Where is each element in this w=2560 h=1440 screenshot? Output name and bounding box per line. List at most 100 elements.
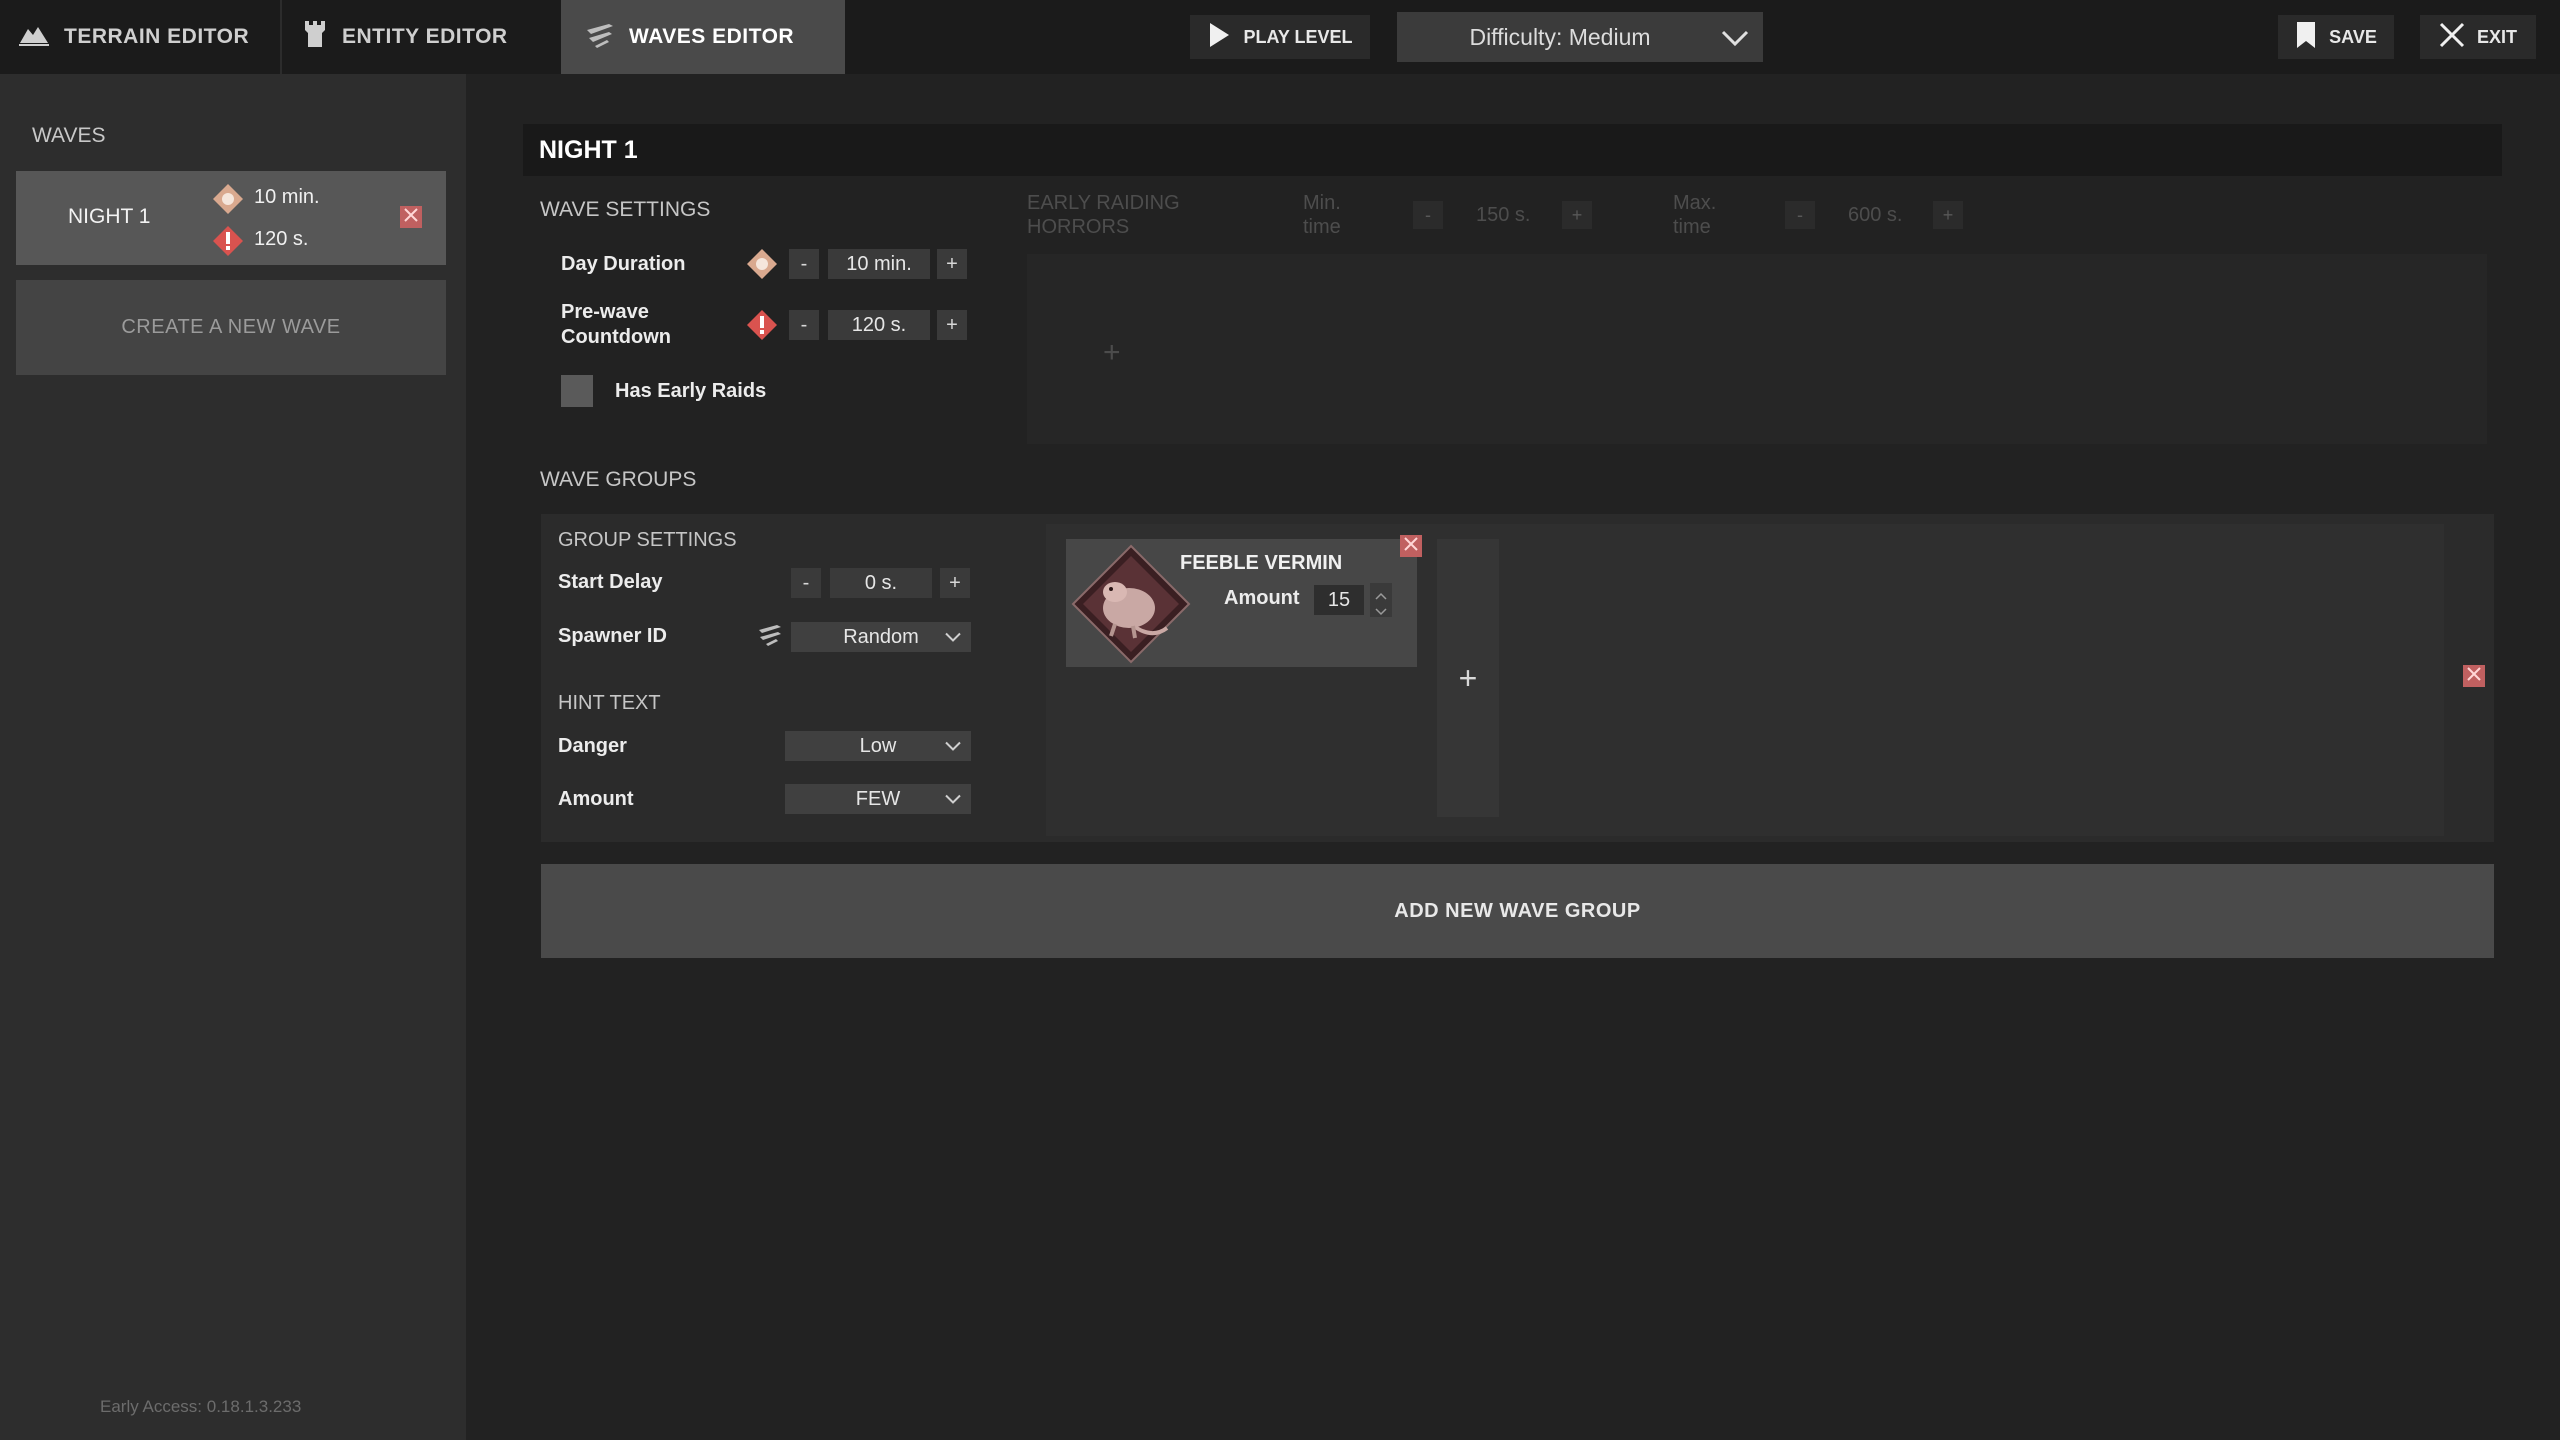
terrain-icon	[18, 21, 50, 53]
prewave-increment[interactable]: +	[937, 310, 967, 340]
hint-amount-select[interactable]: FEW	[785, 784, 971, 814]
version-label: Early Access: 0.18.1.3.233	[100, 1397, 302, 1416]
tab-entity-editor[interactable]: ENTITY EDITOR	[282, 0, 560, 74]
min-time-increment[interactable]: +	[1562, 201, 1592, 229]
prewave-value[interactable]: 120 s.	[828, 310, 930, 340]
sun-icon	[212, 183, 244, 220]
start-delay-label: Start Delay	[558, 571, 663, 593]
tower-icon	[302, 19, 328, 55]
wave-list-item-night-1[interactable]: NIGHT 1 10 min. 120 s.	[16, 171, 446, 265]
create-new-wave-button[interactable]: CREATE A NEW WAVE	[16, 280, 446, 375]
wave-title-bar: NIGHT 1	[523, 124, 2502, 176]
min-time-value[interactable]: 150 s.	[1476, 204, 1530, 227]
early-raids-checkbox[interactable]	[561, 375, 593, 407]
day-duration-label: Day Duration	[561, 253, 686, 275]
chevron-down-icon	[945, 626, 961, 649]
chevron-down-icon	[945, 788, 961, 811]
save-button[interactable]: SAVE	[2278, 15, 2394, 59]
enemy-amount-stepper[interactable]	[1370, 583, 1392, 617]
chevron-down-icon	[1721, 26, 1749, 53]
early-raids-label: Has Early Raids	[615, 380, 767, 402]
wave-duration: 10 min.	[254, 186, 320, 208]
save-label: SAVE	[2329, 26, 2377, 47]
tab-terrain-editor[interactable]: TERRAIN EDITOR	[0, 0, 280, 74]
exit-button[interactable]: EXIT	[2420, 15, 2536, 59]
play-level-button[interactable]: PLAY LEVEL	[1190, 15, 1370, 59]
add-enemy-button[interactable]: +	[1437, 539, 1499, 817]
enemy-amount-input[interactable]: 15	[1314, 585, 1364, 615]
tab-label: ENTITY EDITOR	[342, 25, 508, 48]
alert-icon	[212, 225, 244, 262]
add-early-raid-button[interactable]: +	[1103, 336, 1121, 370]
close-icon	[2467, 666, 2481, 686]
alert-icon	[746, 309, 778, 346]
min-time-label-line1: Min.	[1303, 192, 1341, 214]
close-icon	[404, 207, 418, 227]
danger-label: Danger	[558, 735, 627, 757]
wave-title: NIGHT 1	[539, 135, 638, 164]
day-duration-decrement[interactable]: -	[789, 249, 819, 279]
spawner-id-value: Random	[843, 625, 919, 648]
enemy-name: FEEBLE VERMIN	[1180, 552, 1343, 574]
group-settings-title: GROUP SETTINGS	[558, 529, 737, 551]
danger-value: Low	[859, 734, 897, 757]
difficulty-dropdown[interactable]: Difficulty: Medium	[1397, 12, 1763, 62]
wave-name: NIGHT 1	[68, 205, 151, 228]
prewave-label-line1: Pre-wave	[561, 301, 649, 323]
vermin-portrait-icon	[1071, 544, 1191, 669]
start-delay-decrement[interactable]: -	[791, 568, 821, 598]
play-level-label: PLAY LEVEL	[1243, 26, 1353, 47]
spawner-id-label: Spawner ID	[558, 625, 667, 647]
min-time-label-line2: time	[1303, 216, 1341, 238]
prewave-label: Pre-wave Countdown	[561, 301, 671, 349]
max-time-label-line1: Max.	[1673, 192, 1717, 214]
chevron-down-icon[interactable]	[1375, 603, 1387, 621]
prewave-label-line2: Countdown	[561, 326, 671, 348]
early-raiding-title-line2: HORRORS	[1027, 216, 1130, 238]
danger-select[interactable]: Low	[785, 731, 971, 761]
tab-label: WAVES EDITOR	[629, 25, 795, 48]
enemy-amount-label: Amount	[1224, 587, 1300, 609]
min-time-decrement[interactable]: -	[1413, 201, 1443, 229]
max-time-increment[interactable]: +	[1933, 201, 1963, 229]
chevron-down-icon	[945, 735, 961, 758]
hint-text-title: HINT TEXT	[558, 692, 661, 714]
prewave-decrement[interactable]: -	[789, 310, 819, 340]
tab-label: TERRAIN EDITOR	[64, 25, 250, 48]
max-time-decrement[interactable]: -	[1785, 201, 1815, 229]
claw-icon	[585, 20, 615, 54]
difficulty-value: Difficulty: Medium	[1469, 23, 1651, 50]
max-time-label: Max. time	[1673, 191, 1716, 239]
start-delay-value[interactable]: 0 s.	[830, 568, 932, 598]
close-icon	[2439, 22, 2465, 53]
day-duration-value[interactable]: 10 min.	[828, 249, 930, 279]
wave-settings-title: WAVE SETTINGS	[540, 198, 711, 221]
max-time-value[interactable]: 600 s.	[1848, 204, 1902, 227]
play-icon	[1207, 22, 1231, 53]
hint-amount-label: Amount	[558, 788, 634, 810]
wave-countdown: 120 s.	[254, 228, 309, 250]
early-raiding-title: EARLY RAIDING HORRORS	[1027, 191, 1180, 239]
day-duration-increment[interactable]: +	[937, 249, 967, 279]
early-raiding-title-line1: EARLY RAIDING	[1027, 192, 1180, 214]
delete-wave-group-button[interactable]	[2463, 665, 2485, 687]
hint-amount-value: FEW	[855, 787, 901, 810]
wave-groups-title: WAVE GROUPS	[540, 468, 697, 491]
tab-waves-editor[interactable]: WAVES EDITOR	[561, 0, 845, 74]
early-raiding-panel: +	[1027, 254, 2487, 444]
sun-icon	[746, 248, 778, 285]
start-delay-increment[interactable]: +	[940, 568, 970, 598]
remove-enemy-button[interactable]	[1400, 535, 1422, 557]
max-time-label-line2: time	[1673, 216, 1711, 238]
delete-wave-button[interactable]	[400, 206, 422, 228]
spawner-id-select[interactable]: Random	[791, 622, 971, 652]
bookmark-icon	[2295, 21, 2317, 54]
min-time-label: Min. time	[1303, 191, 1341, 239]
add-wave-group-button[interactable]: ADD NEW WAVE GROUP	[541, 864, 2494, 958]
close-icon	[1404, 536, 1418, 556]
enemy-card-feeble-vermin[interactable]: FEEBLE VERMIN Amount 15	[1066, 539, 1417, 667]
waves-sidebar	[0, 74, 466, 1440]
sidebar-title: WAVES	[32, 124, 106, 147]
claw-icon	[757, 622, 783, 651]
exit-label: EXIT	[2476, 26, 2517, 47]
